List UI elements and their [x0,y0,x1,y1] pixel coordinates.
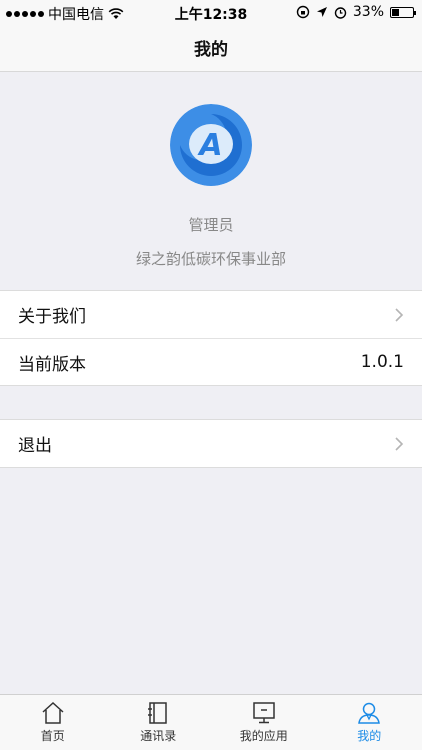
tab-label: 首页 [40,729,65,743]
tab-bar: 首页 通讯录 我的应用 我的 [0,694,422,750]
tab-my-apps[interactable]: 我的应用 [211,695,317,750]
monitor-icon [253,702,275,724]
chevron-right-icon [395,307,404,322]
profile-department: 绿之韵低碳环保事业部 [135,250,286,268]
status-bar: 中国电信 上午12:38 33% [0,0,422,24]
logout-row[interactable]: 退出 [0,420,422,467]
info-group: 关于我们 当前版本 1.0.1 [0,290,422,386]
location-icon [316,7,327,17]
avatar: A [170,104,252,186]
battery-fill [392,8,399,16]
version-row: 当前版本 1.0.1 [0,338,422,385]
tab-label: 我的 [357,729,382,743]
user-icon [358,702,381,724]
logout-label: 退出 [18,436,52,456]
app-logo-icon: A [170,104,252,186]
about-us-row[interactable]: 关于我们 [0,291,422,338]
profile-name: 管理员 [188,216,234,234]
tab-label: 通讯录 [140,729,177,743]
chevron-right-icon [395,436,404,451]
profile-section: A 管理员 绿之韵低碳环保事业部 [0,72,422,290]
battery-percent: 33% [352,4,384,20]
alarm-icon [334,6,347,19]
version-label: 当前版本 [18,354,86,375]
contacts-icon [148,702,167,724]
tab-contacts[interactable]: 通讯录 [106,695,212,750]
status-right: 33% [296,4,416,20]
page-title: 我的 [194,40,228,60]
home-icon [42,701,64,724]
tab-home[interactable]: 首页 [0,695,106,750]
logo-letter: A [197,128,222,163]
version-value: 1.0.1 [360,352,404,372]
battery-icon [390,6,416,18]
rotation-lock-icon [296,5,310,19]
navigation-bar: 我的 [0,24,422,72]
tab-label: 我的应用 [239,729,288,743]
logout-group: 退出 [0,419,422,468]
about-us-label: 关于我们 [18,307,86,327]
tab-me[interactable]: 我的 [317,695,422,750]
